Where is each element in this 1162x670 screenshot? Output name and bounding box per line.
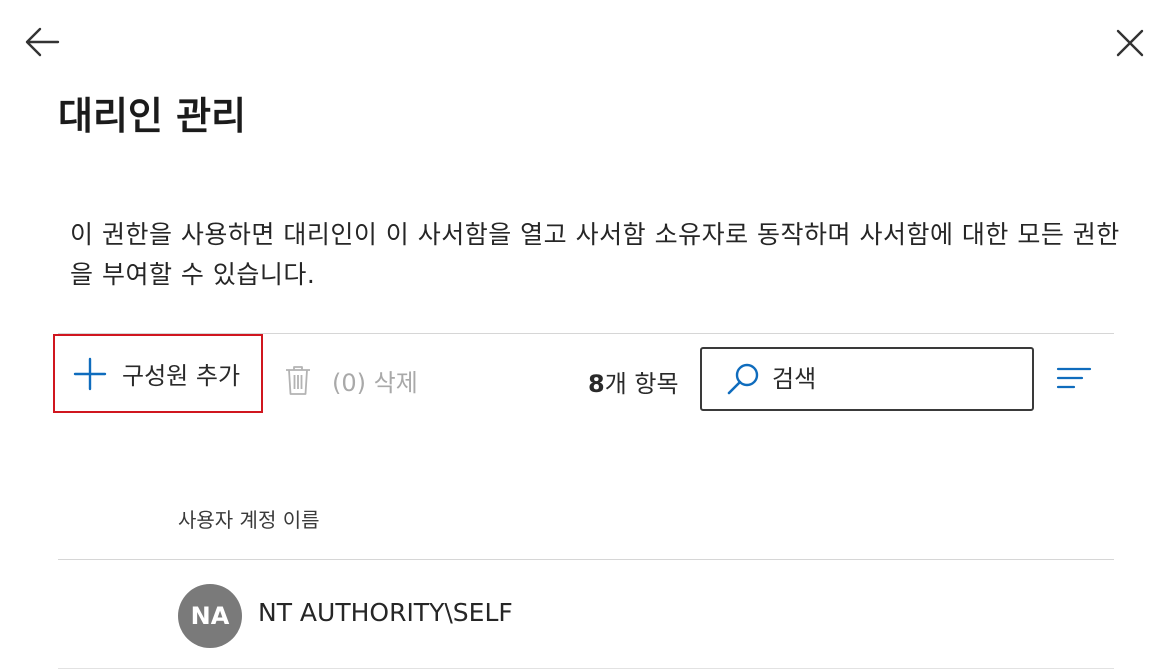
table-row[interactable]: NA NT AUTHORITY\SELF: [58, 560, 1114, 668]
close-button[interactable]: [1112, 26, 1148, 60]
permission-description: 이 권한을 사용하면 대리인이 이 사서함을 열고 사서함 소유자로 동작하며 …: [70, 220, 1120, 289]
item-count-number: 8: [588, 370, 605, 398]
arrow-left-icon: [25, 27, 60, 57]
add-member-button[interactable]: 구성원 추가: [53, 334, 263, 413]
avatar: NA: [178, 584, 242, 648]
trash-icon: [286, 366, 310, 395]
sort-button[interactable]: [1056, 366, 1092, 392]
search-icon: [727, 363, 759, 395]
sort-icon: [1056, 367, 1092, 389]
search-input[interactable]: [772, 365, 1022, 393]
manage-delegates-panel: 대리인 관리 이 권한을 사용하면 대리인이 이 사서함을 열고 사서함 소유자…: [0, 0, 1162, 670]
item-count: 8개 항목: [588, 364, 679, 399]
delete-label: (0) 삭제: [332, 368, 418, 397]
close-icon: [1116, 29, 1144, 57]
item-count-suffix: 개 항목: [604, 370, 679, 398]
column-header-user-account-name[interactable]: 사용자 계정 이름: [178, 504, 320, 533]
user-account-name: NT AUTHORITY\SELF: [258, 598, 513, 627]
plus-icon: [73, 357, 107, 390]
delete-button[interactable]: (0) 삭제: [284, 362, 418, 398]
page-title: 대리인 관리: [58, 94, 247, 138]
search-box[interactable]: [700, 347, 1034, 411]
back-button[interactable]: [22, 24, 62, 60]
add-member-label: 구성원 추가: [122, 362, 241, 390]
row-divider: [58, 668, 1114, 669]
